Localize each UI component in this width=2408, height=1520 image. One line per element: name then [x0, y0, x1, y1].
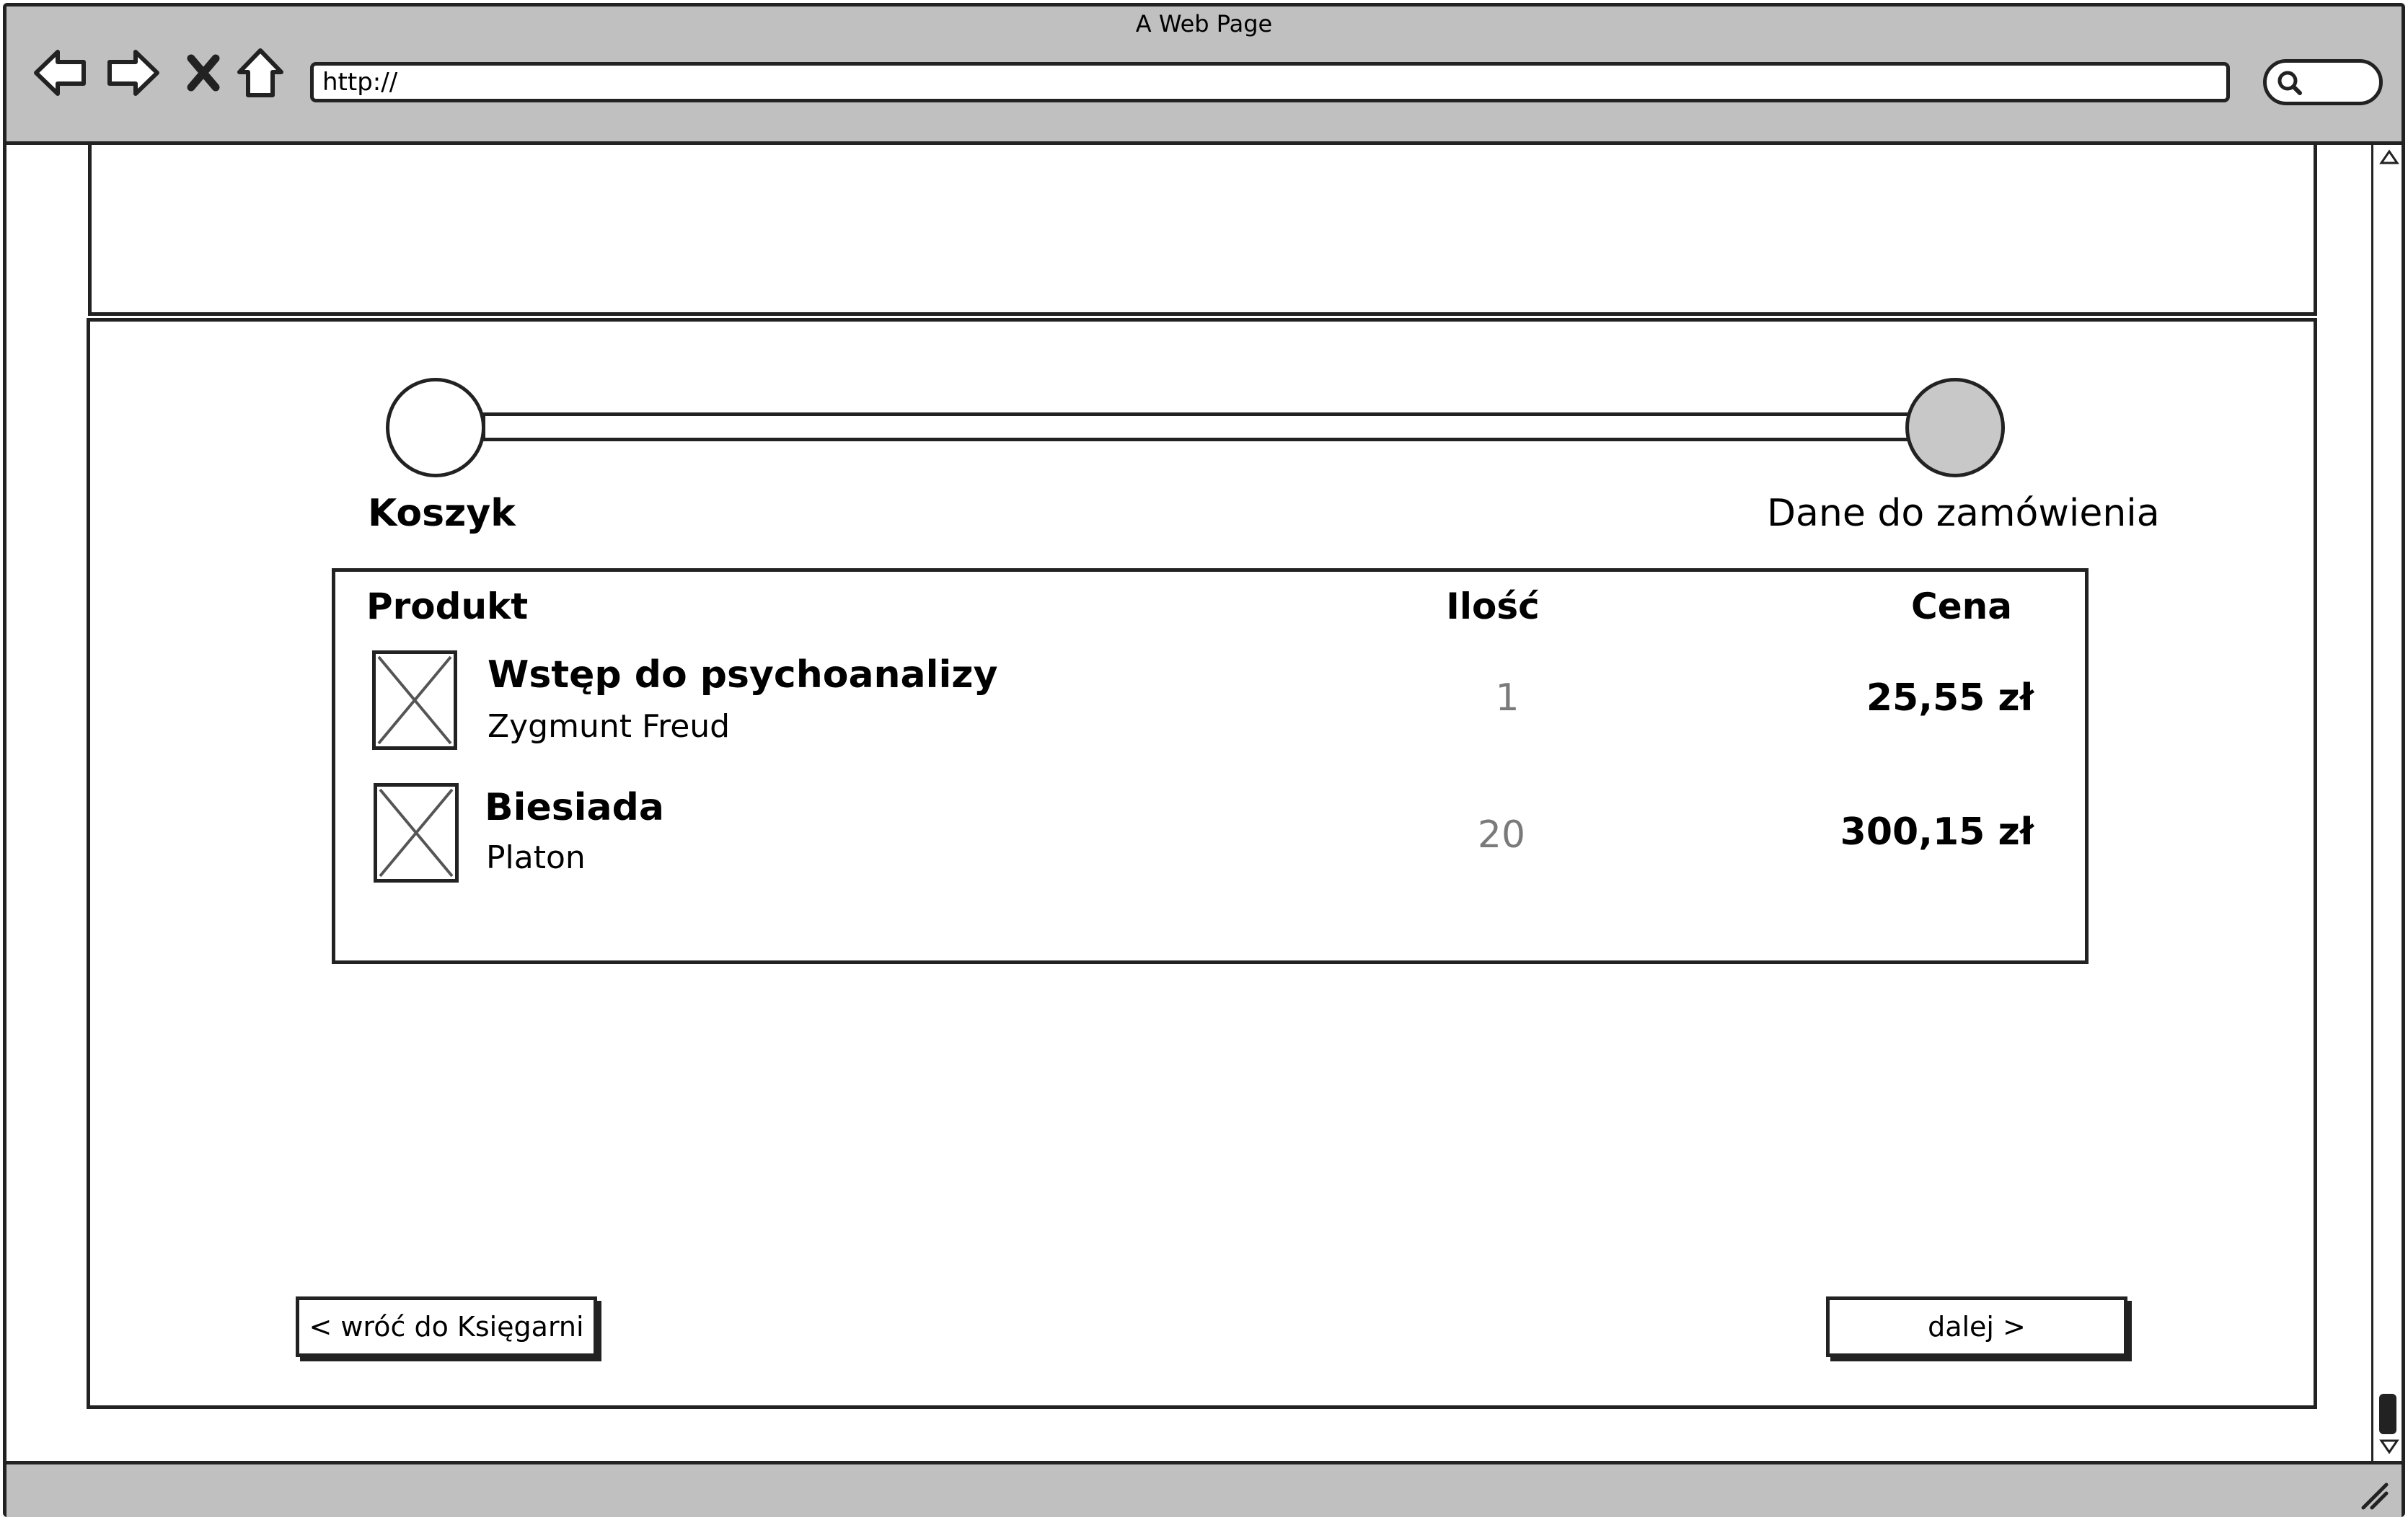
back-to-bookstore-button[interactable]: < wróć do Księgarni — [296, 1296, 597, 1357]
step-cart-label: Koszyk — [368, 492, 516, 535]
product-price: 300,15 zł — [1840, 810, 2034, 854]
product-title[interactable]: Biesiada — [485, 786, 664, 829]
step-order-details-circle[interactable] — [1905, 378, 2005, 477]
step-order-details-label: Dane do zamówienia — [1767, 492, 2160, 535]
scrollbar-thumb[interactable] — [2379, 1394, 2396, 1434]
product-image-placeholder-icon — [372, 650, 457, 750]
forward-arrow-icon[interactable] — [102, 45, 163, 101]
vertical-scrollbar[interactable] — [2371, 145, 2402, 1461]
next-button[interactable]: dalej > — [1826, 1296, 2127, 1357]
browser-search-field[interactable] — [2263, 59, 2383, 105]
url-input[interactable]: http:// — [310, 62, 2230, 102]
product-author: Platon — [486, 839, 586, 876]
column-header-quantity: Ilość — [1446, 586, 1540, 627]
back-arrow-icon[interactable] — [30, 45, 91, 101]
product-author: Zygmunt Freud — [488, 708, 731, 745]
column-header-price: Cena — [1911, 586, 2012, 627]
product-quantity[interactable]: 20 — [1422, 813, 1581, 857]
page-header — [88, 145, 2317, 316]
scroll-down-icon[interactable] — [2379, 1439, 2399, 1454]
column-header-product: Produkt — [366, 586, 529, 627]
product-price: 25,55 zł — [1866, 676, 2034, 720]
product-quantity[interactable]: 1 — [1428, 676, 1587, 720]
resize-grip-icon[interactable] — [2359, 1480, 2389, 1511]
status-bar — [6, 1461, 2402, 1517]
home-icon[interactable] — [234, 45, 287, 101]
step-cart-circle[interactable] — [386, 378, 485, 477]
cart-table — [332, 568, 2089, 964]
product-image-placeholder-icon — [374, 783, 459, 883]
close-icon[interactable] — [183, 45, 224, 101]
product-title[interactable]: Wstęp do psychoanalizy — [488, 653, 997, 697]
stepper-track — [482, 412, 1924, 441]
scroll-up-icon[interactable] — [2379, 149, 2399, 165]
window-title: A Web Page — [1135, 10, 1273, 37]
search-icon — [2275, 69, 2304, 100]
